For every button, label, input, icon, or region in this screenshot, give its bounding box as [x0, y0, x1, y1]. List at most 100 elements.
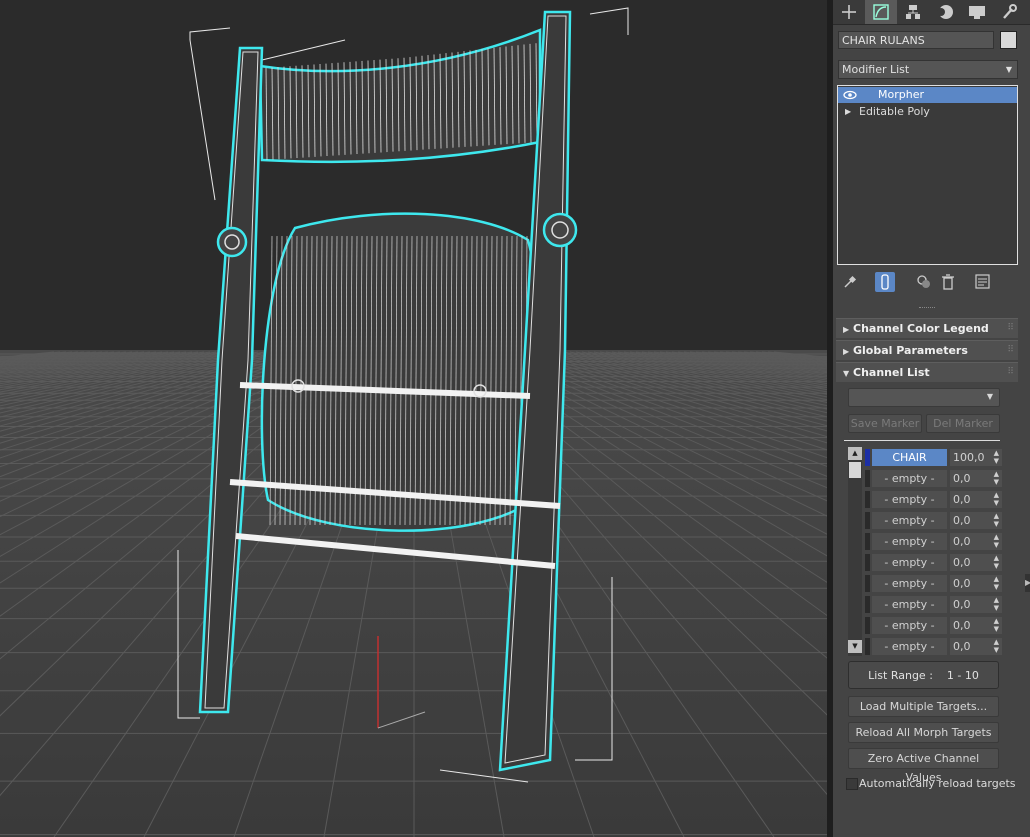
stack-item-label: Morpher [878, 88, 924, 101]
panel-grip [919, 307, 935, 310]
show-end-result-icon[interactable] [875, 272, 895, 292]
stack-item-label: Editable Poly [859, 105, 930, 118]
channel-scrollbar[interactable]: ▲ ▼ [848, 447, 862, 656]
channel-name-button[interactable]: - empty - [872, 491, 947, 508]
scroll-up-icon[interactable]: ▲ [848, 447, 862, 460]
channel-row[interactable]: - empty - 0,0 ▲ ▼ [865, 491, 1002, 508]
channel-value-spinner[interactable]: 0,0 ▲ ▼ [950, 491, 1002, 508]
motion-icon[interactable] [929, 0, 961, 24]
save-marker-button[interactable]: Save Marker [848, 414, 922, 433]
channel-name-button[interactable]: - empty - [872, 575, 947, 592]
channel-row[interactable]: - empty - 0,0 ▲ ▼ [865, 512, 1002, 529]
rollout-title: Global Parameters [853, 344, 968, 357]
rollout-global-parameters[interactable]: ▶ Global Parameters ⠿ [836, 340, 1018, 360]
spinner-arrows-icon[interactable]: ▲ ▼ [994, 638, 999, 654]
stack-item-editable-poly[interactable]: ▶ Editable Poly [838, 104, 1017, 120]
rollout-channel-color-legend[interactable]: ▶ Channel Color Legend ⠿ [836, 318, 1018, 338]
channel-value-spinner[interactable]: 0,0 ▲ ▼ [950, 470, 1002, 487]
hierarchy-icon[interactable] [897, 0, 929, 24]
marker-dropdown[interactable]: ▼ [848, 388, 1000, 407]
channel-color-marker [865, 512, 870, 529]
channel-row[interactable]: - empty - 0,0 ▲ ▼ [865, 575, 1002, 592]
modifier-list-label: Modifier List [842, 63, 910, 76]
channel-color-marker [865, 533, 870, 550]
viewport-perspective[interactable] [0, 0, 827, 837]
channel-value-spinner[interactable]: 0,0 ▲ ▼ [950, 575, 1002, 592]
channel-row[interactable]: - empty - 0,0 ▲ ▼ [865, 638, 1002, 655]
load-multiple-targets-button[interactable]: Load Multiple Targets... [848, 696, 999, 717]
channel-row[interactable]: - empty - 0,0 ▲ ▼ [865, 617, 1002, 634]
make-unique-icon[interactable] [914, 272, 934, 292]
channel-value-spinner[interactable]: 0,0 ▲ ▼ [950, 638, 1002, 655]
channel-name-button[interactable]: - empty - [872, 512, 947, 529]
list-range-value: 1 - 10 [946, 669, 979, 682]
rollout-title: Channel Color Legend [853, 322, 989, 335]
object-name-field[interactable]: CHAIR RULANS [838, 31, 994, 49]
channel-value-spinner[interactable]: 100,0 ▲ ▼ [950, 449, 1002, 466]
channel-value-spinner[interactable]: 0,0 ▲ ▼ [950, 596, 1002, 613]
channel-list: ▲ ▼ CHAIR RULANS100,0▲▼- empty -0,0▲▼- e… [844, 447, 1002, 657]
channel-color-marker [865, 449, 870, 466]
spinner-arrows-icon[interactable]: ▲ ▼ [994, 596, 999, 612]
spinner-arrows-icon[interactable]: ▲ ▼ [994, 491, 999, 507]
spinner-arrows-icon[interactable]: ▲ ▼ [994, 554, 999, 570]
modify-icon[interactable] [865, 0, 897, 24]
channel-name-button[interactable]: - empty - [872, 638, 947, 655]
channel-value-spinner[interactable]: 0,0 ▲ ▼ [950, 512, 1002, 529]
channel-value-spinner[interactable]: 0,0 ▲ ▼ [950, 554, 1002, 571]
spinner-arrows-icon[interactable]: ▲ ▼ [994, 449, 999, 465]
channel-name-button[interactable]: - empty - [872, 470, 947, 487]
chevron-down-icon: ▼ [986, 392, 993, 401]
channel-value-spinner[interactable]: 0,0 ▲ ▼ [950, 617, 1002, 634]
stack-item-morpher[interactable]: Morpher [838, 87, 1017, 103]
channel-row[interactable]: - empty - 0,0 ▲ ▼ [865, 554, 1002, 571]
pin-stack-icon[interactable] [840, 272, 860, 292]
spinner-arrows-icon[interactable]: ▲ ▼ [994, 470, 999, 486]
channel-value: 0,0 [953, 598, 971, 611]
channel-row[interactable]: CHAIR RULANS 100,0 ▲▼ [865, 449, 1002, 481]
scroll-down-icon[interactable]: ▼ [848, 640, 862, 653]
rollout-grip-icon: ⠿ [1007, 323, 1014, 333]
del-marker-button[interactable]: Del Marker [926, 414, 1000, 433]
channel-color-marker [865, 491, 870, 508]
auto-reload-label: Automatically reload targets [859, 777, 1016, 790]
channel-value: 0,0 [953, 493, 971, 506]
spinner-arrows-icon[interactable]: ▲ ▼ [994, 512, 999, 528]
spinner-arrows-icon[interactable]: ▲ ▼ [994, 617, 999, 633]
rollout-grip-icon: ⠿ [1007, 345, 1014, 355]
command-panel: CHAIR RULANS Modifier List ▼ Morpher ▶ E… [833, 0, 1030, 837]
viewport-scene [0, 0, 827, 837]
channel-name-button[interactable]: - empty - [872, 554, 947, 571]
spinner-arrows-icon[interactable]: ▲ ▼ [994, 533, 999, 549]
auto-reload-checkbox-row[interactable]: Automatically reload targets [846, 777, 1016, 791]
rollout-collapsed-icon: ▶ [843, 347, 850, 356]
channel-name-button[interactable]: - empty - [872, 596, 947, 613]
object-color-swatch[interactable] [1000, 31, 1017, 49]
auto-reload-checkbox[interactable] [846, 778, 858, 790]
create-plus-icon[interactable] [833, 0, 865, 24]
reload-all-morph-targets-button[interactable]: Reload All Morph Targets [848, 722, 999, 743]
channel-row[interactable]: - empty - 0,0 ▲ ▼ [865, 596, 1002, 613]
channel-row[interactable]: - empty - 0,0 ▲ ▼ [865, 470, 1002, 487]
zero-active-channel-values-button[interactable]: Zero Active Channel Values [848, 748, 999, 784]
configure-modifier-sets-icon[interactable] [973, 272, 993, 292]
channel-value: 0,0 [953, 640, 971, 653]
channel-value-spinner[interactable]: 0,0 ▲ ▼ [950, 533, 1002, 550]
spinner-arrows-icon[interactable]: ▲ ▼ [994, 575, 999, 591]
rollout-channel-list[interactable]: ▼ Channel List ⠿ [836, 362, 1018, 382]
list-range-display: List Range : 1 - 10 [848, 661, 999, 689]
channel-name-button[interactable]: - empty - [872, 617, 947, 634]
panel-expand-icon[interactable]: ▶ [1025, 574, 1030, 592]
remove-modifier-trash-icon[interactable] [938, 272, 958, 292]
utilities-wrench-icon[interactable] [993, 0, 1025, 24]
chevron-down-icon: ▼ [1005, 65, 1012, 74]
channel-name-button[interactable]: CHAIR RULANS [872, 449, 947, 481]
expand-triangle-icon[interactable]: ▶ [845, 104, 851, 120]
channel-row[interactable]: - empty - 0,0 ▲ ▼ [865, 533, 1002, 550]
channel-name-button[interactable]: - empty - [872, 533, 947, 550]
modifier-list-dropdown[interactable]: Modifier List ▼ [838, 60, 1018, 79]
channel-value: 0,0 [953, 619, 971, 632]
scroll-thumb[interactable] [849, 462, 861, 478]
display-icon[interactable] [961, 0, 993, 24]
channel-color-marker [865, 638, 870, 655]
